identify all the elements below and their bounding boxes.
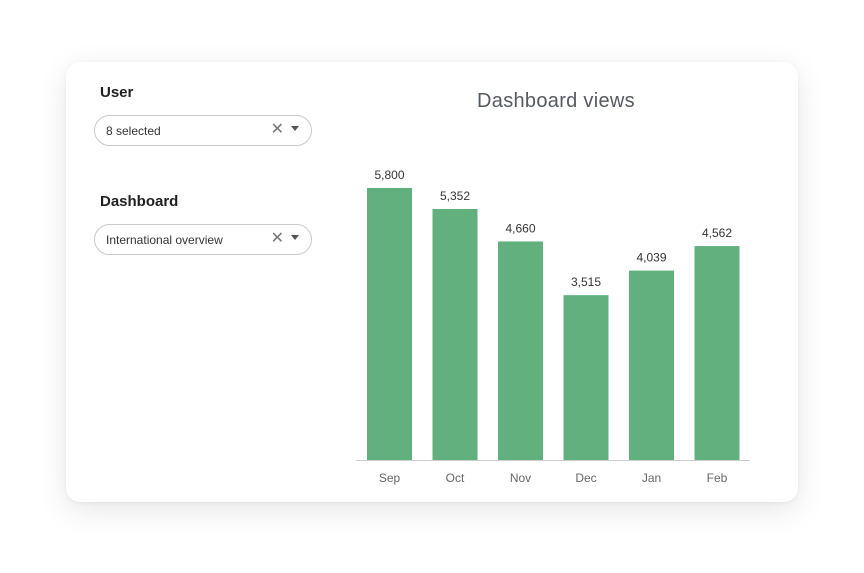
x-tick-label-jan: Jan bbox=[642, 471, 661, 485]
bar-dec[interactable] bbox=[563, 295, 609, 460]
value-label-feb: 4,562 bbox=[702, 226, 732, 240]
bar-nov[interactable] bbox=[498, 241, 543, 460]
bar-sep[interactable] bbox=[367, 188, 412, 460]
value-label-oct: 5,352 bbox=[440, 189, 470, 203]
value-label-dec: 3,515 bbox=[571, 275, 601, 289]
x-tick-label-dec: Dec bbox=[575, 471, 596, 485]
value-label-nov: 4,660 bbox=[505, 221, 535, 235]
x-tick-label-feb: Feb bbox=[707, 471, 728, 485]
x-tick-label-oct: Oct bbox=[446, 471, 465, 485]
value-label-sep: 5,800 bbox=[374, 168, 404, 182]
x-tick-labels-group: Sep Oct Nov Dec Jan Feb bbox=[379, 471, 728, 485]
value-label-jan: 4,039 bbox=[636, 251, 666, 265]
dashboard-card: User 8 selected ✕ Dashboard Internationa… bbox=[66, 62, 798, 502]
bar-feb[interactable] bbox=[694, 246, 740, 460]
bar-oct[interactable] bbox=[432, 209, 478, 460]
bar-jan[interactable] bbox=[629, 270, 674, 460]
x-tick-label-sep: Sep bbox=[379, 471, 401, 485]
bars-group bbox=[367, 188, 740, 460]
x-tick-label-nov: Nov bbox=[510, 471, 531, 485]
value-labels-group: 5,800 5,352 4,660 3,515 4,039 4,562 bbox=[374, 168, 732, 289]
bar-chart: 5,800 5,352 4,660 3,515 4,039 4,562 Sep Oct Nov… bbox=[356, 168, 750, 485]
